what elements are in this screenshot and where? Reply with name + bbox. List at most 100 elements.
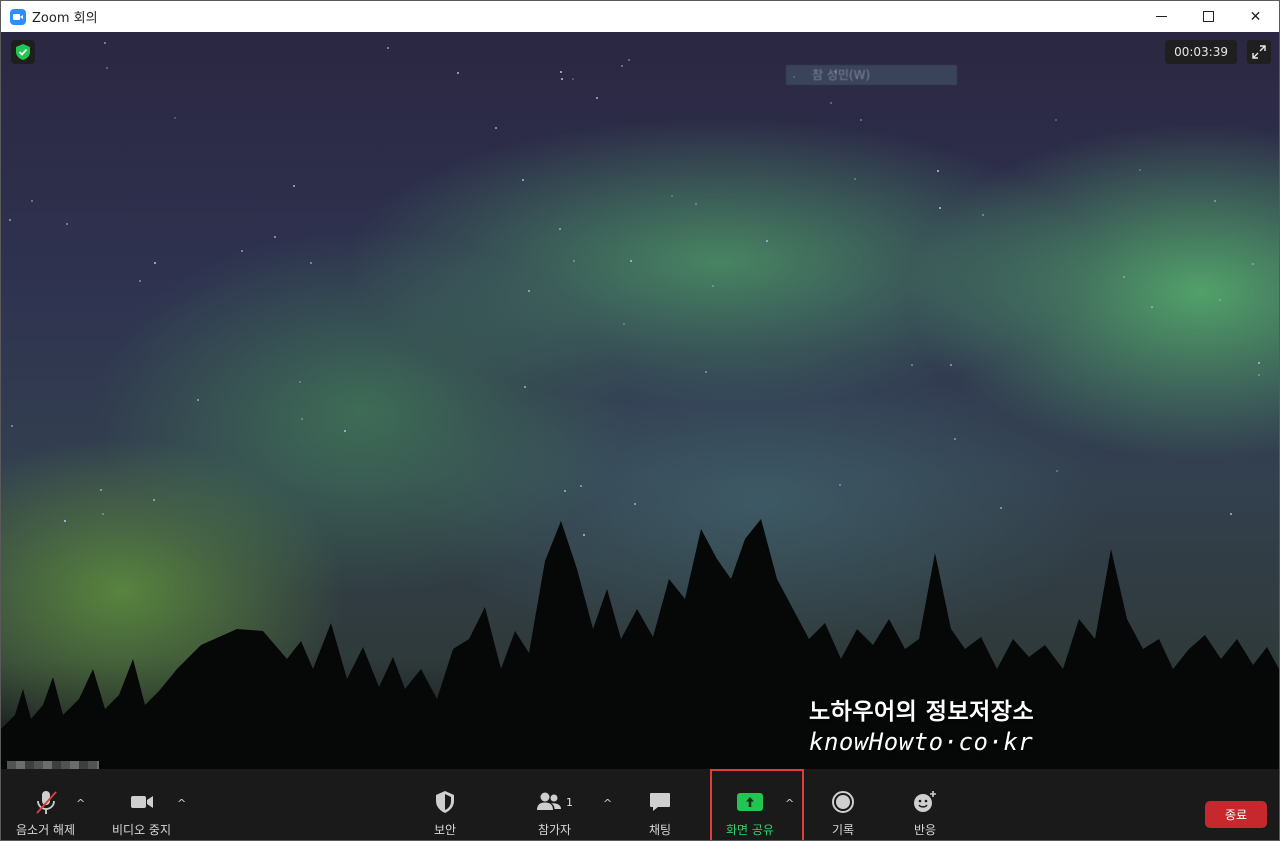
stop-video-button[interactable]: 비디오 중지 (112, 789, 171, 838)
maximize-button[interactable] (1185, 1, 1232, 32)
participants-button[interactable]: 1 참가자 (536, 789, 573, 838)
star (1258, 362, 1260, 364)
security-label: 보안 (434, 823, 457, 837)
unmute-label: 음소거 해제 (16, 823, 76, 837)
star (559, 228, 561, 230)
security-button[interactable]: 보안 (434, 789, 456, 838)
video-camera-icon (129, 789, 155, 815)
fullscreen-button[interactable] (1247, 40, 1271, 64)
encryption-badge[interactable] (11, 40, 35, 64)
star (274, 236, 276, 238)
reactions-label: 반응 (913, 823, 937, 837)
star (1000, 507, 1002, 509)
star (1139, 169, 1141, 171)
title-bar: Zoom 회의 (1, 1, 1279, 32)
participants-label: 참가자 (537, 823, 572, 837)
video-area: 참 성민(W) 00:03:39 노하우어의 정보저장소 knowHowto·c… (1, 32, 1279, 769)
participants-icon-wrap: 1 (536, 789, 573, 815)
star (11, 425, 13, 427)
star (695, 203, 697, 205)
people-icon (537, 792, 561, 810)
star (9, 219, 11, 221)
star (950, 364, 952, 366)
star (830, 102, 832, 104)
video-options-caret[interactable]: ^ (177, 797, 186, 810)
star (705, 371, 707, 373)
star (766, 240, 768, 242)
star (560, 71, 562, 73)
star (241, 250, 243, 252)
watermark: 노하우어의 정보저장소 knowHowto·co·kr (809, 692, 1034, 756)
reactions-button[interactable]: 반응 (912, 789, 938, 838)
share-screen-button[interactable]: 화면 공유 (726, 789, 774, 838)
star (564, 490, 566, 492)
unmute-button[interactable]: 음소거 해제 (16, 789, 75, 838)
star (524, 386, 526, 388)
participant-count: 1 (566, 795, 573, 809)
star (1258, 374, 1260, 376)
smiley-plus-icon (912, 789, 938, 815)
star (1219, 299, 1221, 301)
star (1151, 306, 1153, 308)
star (457, 72, 459, 74)
star (154, 262, 156, 264)
self-view-name-redacted (7, 761, 99, 769)
share-options-caret[interactable]: ^ (785, 797, 794, 810)
star (106, 67, 108, 69)
star (839, 484, 841, 486)
star (31, 200, 33, 202)
expand-icon (1252, 45, 1266, 59)
watermark-title: 노하우어의 정보저장소 (809, 699, 1035, 725)
window-title: Zoom 회의 (32, 11, 98, 26)
star (712, 285, 714, 287)
participants-options-caret[interactable]: ^ (603, 797, 612, 810)
star (104, 42, 106, 44)
star (1214, 200, 1216, 202)
star (174, 117, 176, 119)
star (634, 503, 636, 505)
zoom-meeting-window: Zoom 회의 참 성민(W) 00:03:39 노하우어의 정보저장소 (0, 0, 1280, 841)
meeting-timer: 00:03:39 (1165, 40, 1237, 64)
shield-icon (434, 789, 456, 815)
star (495, 127, 497, 129)
star (522, 179, 524, 181)
tree-silhouette (1, 519, 1279, 769)
minimize-button[interactable] (1138, 1, 1185, 32)
star (911, 364, 913, 366)
blurred-participant-name: 참 성민(W) (786, 65, 957, 85)
star (344, 430, 346, 432)
zoom-logo-icon (10, 8, 26, 25)
star (299, 381, 301, 383)
star (66, 223, 68, 225)
chat-label: 채팅 (648, 823, 672, 837)
watermark-url: knowHowto·co·kr (809, 728, 1034, 756)
star (310, 262, 312, 264)
star (561, 78, 563, 80)
star (528, 290, 530, 292)
star (573, 260, 575, 262)
shield-check-icon (16, 44, 30, 60)
star (628, 59, 630, 61)
chat-button[interactable]: 채팅 (648, 789, 672, 838)
star (197, 399, 199, 401)
star (1123, 276, 1125, 278)
share-screen-label: 화면 공유 (726, 823, 774, 837)
close-button[interactable] (1232, 1, 1279, 32)
star (139, 280, 141, 282)
meeting-toolbar: 음소거 해제 ^ 비디오 중지 ^ 보안 1 참가자 ^ 채팅 화면 공유 ^ … (1, 769, 1279, 840)
star (860, 119, 862, 121)
star (854, 178, 856, 180)
stop-video-label: 비디오 중지 (112, 823, 172, 837)
star (572, 78, 574, 80)
star (671, 195, 673, 197)
star (100, 489, 102, 491)
share-icon-wrap (736, 789, 763, 815)
star (937, 170, 939, 172)
record-label: 기록 (831, 823, 855, 837)
star (621, 65, 623, 67)
share-screen-icon (736, 793, 763, 811)
audio-options-caret[interactable]: ^ (76, 797, 85, 810)
end-meeting-button[interactable]: 종료 (1205, 801, 1267, 828)
star (102, 513, 104, 515)
record-button[interactable]: 기록 (831, 789, 855, 838)
